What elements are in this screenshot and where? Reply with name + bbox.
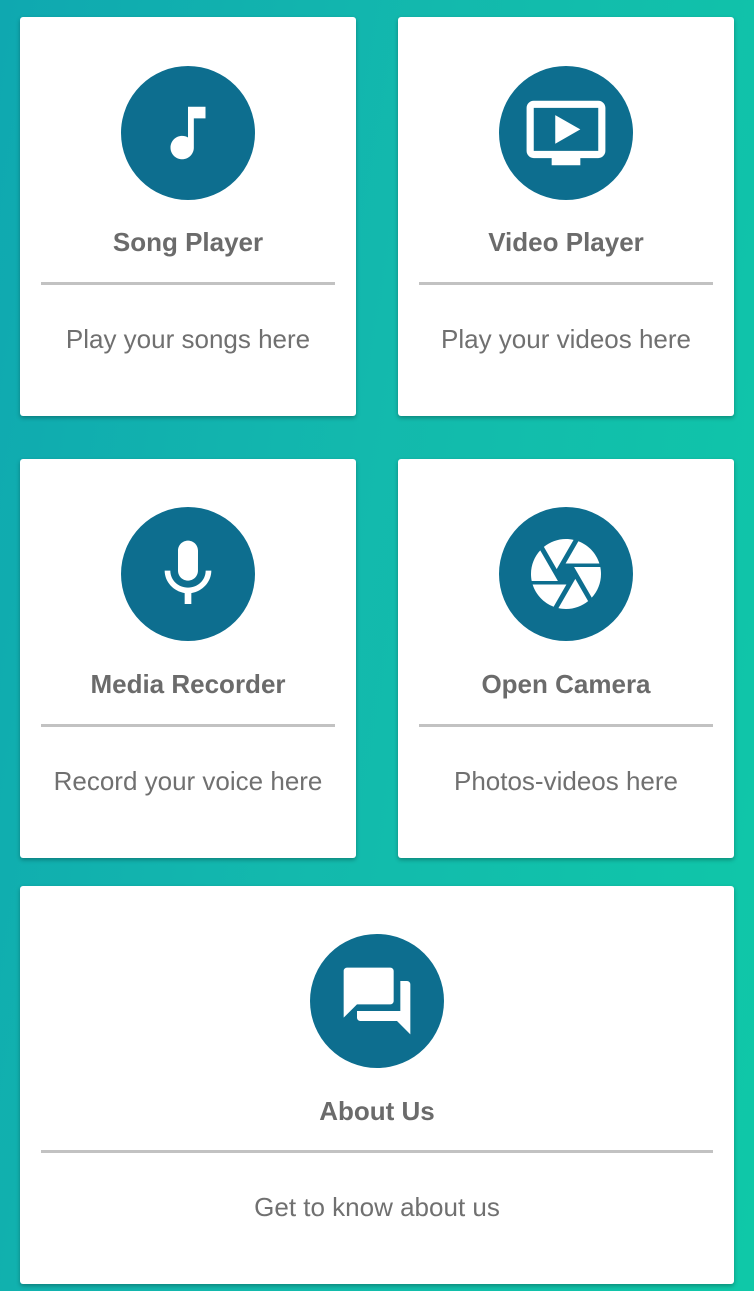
media-recorder-divider xyxy=(41,724,335,727)
song-player-icon-circle xyxy=(121,66,255,200)
card-about-us[interactable]: About Us Get to know about us xyxy=(20,886,734,1284)
card-song-player[interactable]: Song Player Play your songs here xyxy=(20,17,356,416)
song-player-title: Song Player xyxy=(112,227,264,257)
about-us-icon-circle xyxy=(310,934,444,1068)
chat-bubbles-icon xyxy=(343,967,411,1035)
camera-shutter-icon xyxy=(531,539,601,609)
video-player-title: Video Player xyxy=(488,227,644,257)
open-camera-divider xyxy=(419,724,713,727)
card-video-player[interactable]: Video Player Play your videos here xyxy=(398,17,734,416)
media-recorder-icon-circle xyxy=(121,507,255,641)
tv-play-icon xyxy=(526,100,606,166)
card-open-camera[interactable]: Open Camera Photos-videos here xyxy=(398,459,734,858)
media-recorder-title: Media Recorder xyxy=(90,669,286,699)
open-camera-title: Open Camera xyxy=(481,669,651,699)
video-player-divider xyxy=(419,282,713,285)
open-camera-description: Photos-videos here xyxy=(453,766,679,796)
music-note-icon xyxy=(170,106,206,160)
song-player-description: Play your songs here xyxy=(65,324,311,354)
about-us-description: Get to know about us xyxy=(254,1192,500,1222)
about-us-divider xyxy=(41,1150,713,1153)
microphone-icon xyxy=(164,540,212,604)
song-player-divider xyxy=(41,282,335,285)
media-recorder-description: Record your voice here xyxy=(53,766,323,796)
video-player-icon-circle xyxy=(499,66,633,200)
card-media-recorder[interactable]: Media Recorder Record your voice here xyxy=(20,459,356,858)
about-us-title: About Us xyxy=(319,1096,435,1126)
video-player-description: Play your videos here xyxy=(440,324,692,354)
open-camera-icon-circle xyxy=(499,507,633,641)
